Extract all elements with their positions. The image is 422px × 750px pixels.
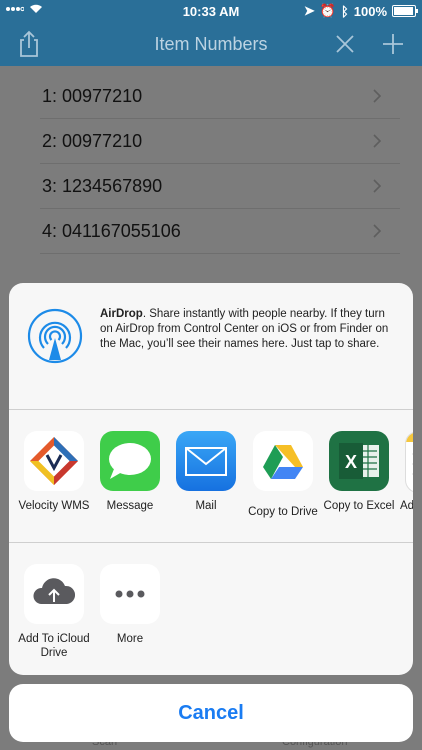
google-drive-icon (253, 431, 313, 491)
velocity-wms-icon (24, 431, 84, 491)
status-right: ➤ ⏰ ᛒ 100% (303, 3, 418, 19)
alarm-icon: ⏰ (319, 3, 336, 18)
battery-percent: 100% (353, 3, 387, 19)
cancel-button[interactable]: Cancel (9, 684, 413, 742)
location-arrow-icon: ➤ (303, 3, 315, 18)
share-app-label: Mail (195, 500, 217, 512)
icloud-upload-icon (24, 564, 84, 624)
bluetooth-icon: ᛒ (340, 3, 349, 19)
chevron-right-icon (373, 134, 382, 148)
list-item[interactable]: 4: 041167055106 (40, 209, 400, 254)
action-label: More (116, 633, 144, 645)
list-item[interactable]: 2: 00977210 (40, 119, 400, 164)
airdrop-description: AirDrop. Share instantly with people nea… (100, 307, 400, 352)
chevron-right-icon (373, 89, 382, 103)
share-app-label: Message (106, 500, 154, 512)
apps-row: Velocity WMS Message Mail Copy to Drive … (9, 410, 413, 543)
airdrop-section[interactable]: AirDrop. Share instantly with people nea… (9, 283, 413, 410)
action-label: Add To iCloud Drive (18, 633, 90, 659)
nav-bar: Item Numbers (0, 22, 422, 66)
add-button[interactable] (378, 29, 408, 59)
list-item-label: 4: 041167055106 (42, 221, 181, 241)
more-dots-icon (100, 564, 160, 624)
battery-icon (392, 5, 418, 17)
clear-button[interactable] (330, 29, 360, 59)
list-item-label: 1: 00977210 (42, 86, 143, 106)
chevron-right-icon (373, 179, 382, 193)
airdrop-icon (27, 308, 83, 364)
list-item[interactable]: 3: 1234567890 (40, 164, 400, 209)
actions-row: Add To iCloud Drive More (9, 543, 413, 675)
list-item[interactable]: 1: 00977210 (40, 74, 400, 119)
share-app-label: Velocity WMS (18, 500, 90, 512)
excel-icon: X (329, 431, 389, 491)
share-app-label: Ad (400, 500, 413, 512)
list-item-label: 2: 00977210 (42, 131, 143, 151)
share-sheet: AirDrop. Share instantly with people nea… (9, 283, 413, 675)
share-app-label: Copy to Excel (323, 500, 395, 512)
share-app-label: Copy to Drive (248, 506, 318, 518)
list-item-label: 3: 1234567890 (42, 176, 163, 196)
status-bar: 10:33 AM ➤ ⏰ ᛒ 100% (0, 0, 422, 22)
chevron-right-icon (373, 224, 382, 238)
airdrop-body: . Share instantly with people nearby. If… (100, 308, 389, 350)
notes-icon (405, 431, 413, 493)
plus-icon (383, 34, 403, 54)
envelope-icon (176, 431, 236, 491)
svg-text:X: X (345, 452, 357, 472)
message-bubble-icon (100, 431, 160, 491)
close-icon (336, 35, 354, 53)
airdrop-title: AirDrop (100, 308, 143, 320)
